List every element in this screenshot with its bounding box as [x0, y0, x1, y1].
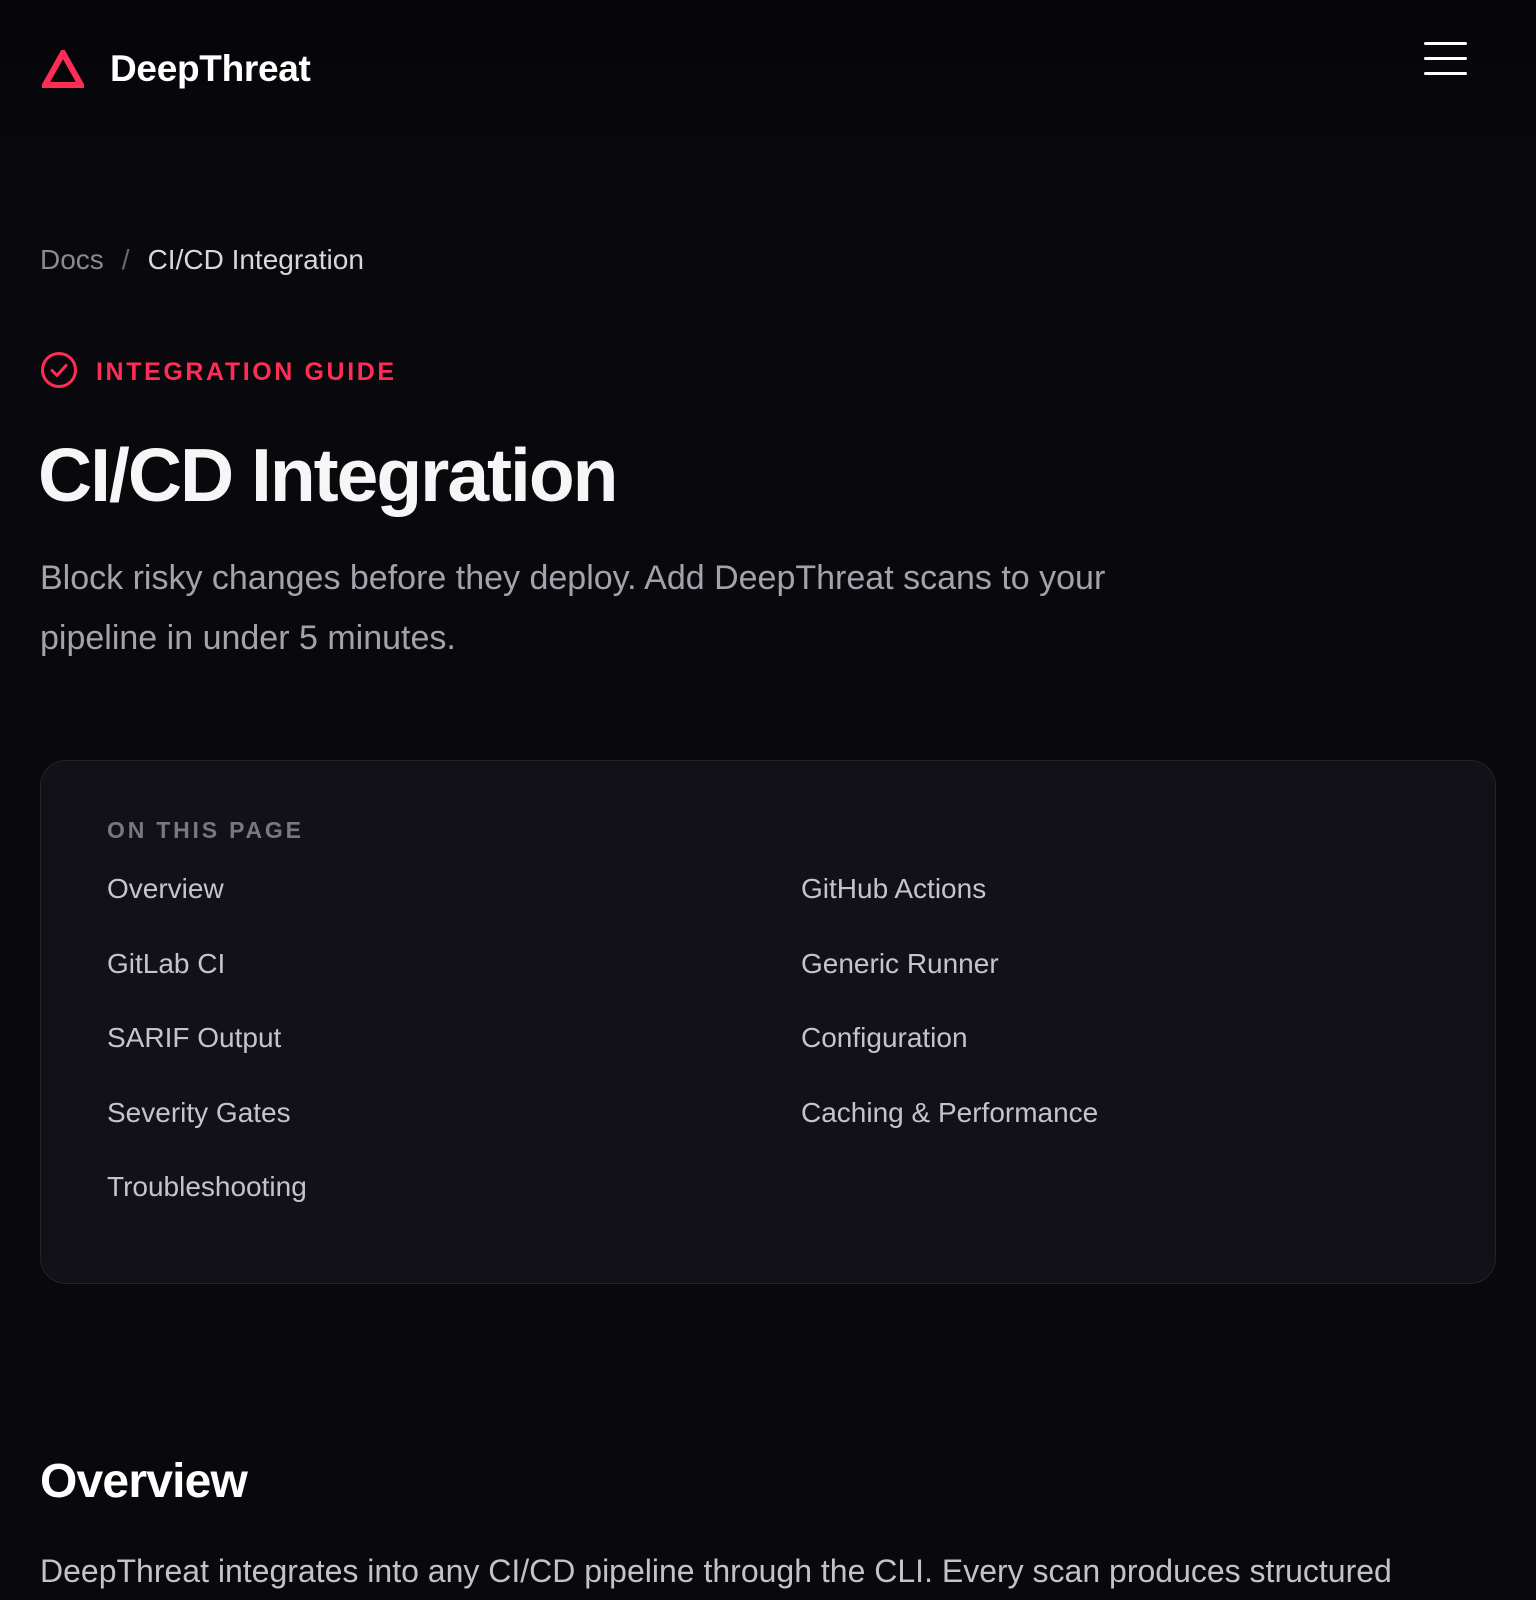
- overview-paragraph: DeepThreat integrates into any CI/CD pip…: [40, 1553, 1392, 1589]
- breadcrumb-current-page: CI/CD Integration: [147, 244, 364, 275]
- toc-link-gitlab-ci[interactable]: GitLab CI: [107, 942, 801, 1017]
- page-lead-paragraph: Block risky changes before they deploy. …: [40, 548, 1360, 668]
- brand-logo-link[interactable]: DeepThreat: [42, 48, 311, 90]
- toc-link-generic-runner[interactable]: Generic Runner: [801, 942, 1467, 1017]
- breadcrumb-docs-link[interactable]: Docs: [40, 244, 104, 276]
- warning-triangle-icon: [42, 50, 84, 88]
- toc-link-sarif-output[interactable]: SARIF Output: [107, 1016, 801, 1091]
- toc-link-configuration[interactable]: Configuration: [801, 1016, 1467, 1091]
- top-navigation-bar: DeepThreat: [0, 0, 1536, 150]
- toc-link-caching-performance[interactable]: Caching & Performance: [801, 1091, 1467, 1166]
- toc-link-overview[interactable]: Overview: [107, 867, 801, 942]
- brand-name: DeepThreat: [110, 48, 311, 89]
- breadcrumb-separator: /: [121, 244, 130, 275]
- lead-line-2: pipeline in under 5 minutes.: [40, 619, 456, 657]
- toc-link-troubleshooting[interactable]: Troubleshooting: [107, 1165, 801, 1240]
- toc-link-severity-gates[interactable]: Severity Gates: [107, 1091, 801, 1166]
- lead-line-1: Block risky changes before they deploy. …: [40, 559, 1106, 597]
- overview-heading: Overview: [40, 1455, 248, 1508]
- breadcrumb: Docs / CI/CD Integration: [40, 244, 364, 276]
- section-eyebrow: INTEGRATION GUIDE: [40, 351, 397, 394]
- toc-links: Overview GitHub Actions GitLab CI Generi…: [107, 867, 1467, 1240]
- table-of-contents: ON THIS PAGE Overview GitHub Actions Git…: [40, 760, 1496, 1284]
- toc-link-github-actions[interactable]: GitHub Actions: [801, 867, 1467, 942]
- page-title: CI/CD Integration: [38, 433, 618, 517]
- toc-heading: ON THIS PAGE: [107, 817, 304, 843]
- hamburger-menu-icon[interactable]: [1421, 40, 1469, 80]
- check-circle-icon: [40, 351, 78, 394]
- eyebrow-label: INTEGRATION GUIDE: [96, 358, 397, 386]
